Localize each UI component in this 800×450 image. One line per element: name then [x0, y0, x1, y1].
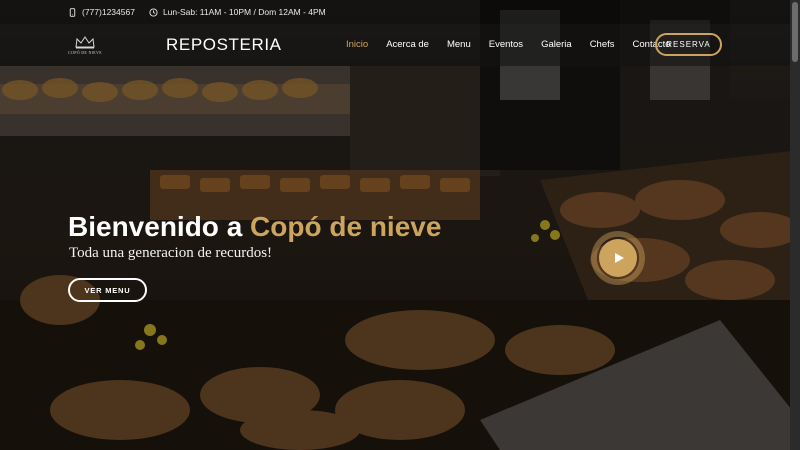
- phone-info: (777)1234567: [68, 7, 135, 17]
- nav-item-menu[interactable]: Menu: [447, 39, 471, 50]
- logo-text: COPÓ DE NIEVE: [68, 50, 102, 55]
- hero-title-accent: Copó de nieve: [250, 211, 442, 242]
- site-logo[interactable]: COPÓ DE NIEVE: [66, 30, 104, 60]
- page-scrollbar[interactable]: [790, 0, 800, 450]
- scrollbar-thumb[interactable]: [792, 2, 798, 62]
- nav-item-acerca-de[interactable]: Acerca de: [386, 39, 429, 50]
- nav-item-galeria[interactable]: Galeria: [541, 39, 572, 50]
- top-info-bar: (777)1234567 Lun-Sab: 11AM - 10PM / Dom …: [0, 0, 800, 24]
- view-menu-button[interactable]: VER MENU: [68, 278, 147, 302]
- main-nav: Inicio Acerca de Menu Eventos Galeria Ch…: [346, 39, 689, 50]
- nav-item-eventos[interactable]: Eventos: [489, 39, 523, 50]
- nav-item-inicio[interactable]: Inicio: [346, 39, 368, 50]
- reserve-button[interactable]: RESERVA: [655, 33, 722, 56]
- phone-number: (777)1234567: [82, 7, 135, 17]
- crown-logo-icon: [75, 36, 95, 49]
- nav-item-chefs[interactable]: Chefs: [590, 39, 615, 50]
- hero-title: Bienvenido a Copó de nieve: [68, 211, 441, 243]
- phone-icon: [69, 7, 76, 17]
- hours-info: Lun-Sab: 11AM - 10PM / Dom 12AM - 4PM: [149, 7, 326, 17]
- brand-name[interactable]: REPOSTERIA: [166, 35, 282, 55]
- clock-icon: [149, 7, 158, 17]
- play-button-circle[interactable]: [599, 239, 637, 277]
- play-video-button[interactable]: [591, 231, 645, 285]
- hero-subtitle: Toda una generacion de recurdos!: [69, 245, 273, 261]
- opening-hours: Lun-Sab: 11AM - 10PM / Dom 12AM - 4PM: [162, 7, 326, 17]
- main-header: COPÓ DE NIEVE REPOSTERIA Inicio Acerca d…: [0, 24, 800, 66]
- play-icon: [615, 253, 624, 263]
- hero-title-prefix: Bienvenido a: [68, 211, 251, 242]
